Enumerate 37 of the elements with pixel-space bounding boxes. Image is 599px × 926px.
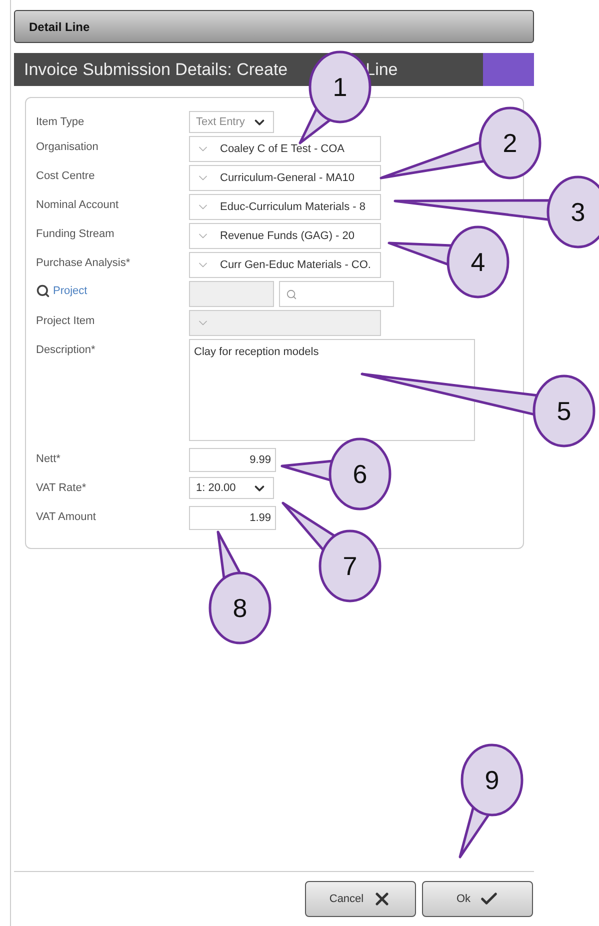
accent-block: [483, 53, 534, 86]
callout-number: 4: [470, 247, 486, 277]
search-icon: [36, 284, 50, 298]
callout-number: 6: [352, 459, 368, 489]
dropdown-field[interactable]: 1: 20.00: [189, 477, 274, 499]
field-label: Nett*: [36, 452, 62, 465]
callout-number: 7: [342, 551, 358, 581]
number-field[interactable]: 1.99: [189, 506, 276, 530]
field-label: Funding Stream: [36, 227, 116, 240]
ok-button[interactable]: Ok: [422, 881, 533, 917]
cancel-button[interactable]: Cancel: [305, 881, 416, 917]
field-label: Project Item: [36, 314, 96, 327]
callout-number: 3: [570, 197, 586, 227]
callout-number: 2: [502, 128, 518, 158]
number-field[interactable]: 9.99: [189, 448, 276, 472]
callout-number: 8: [232, 593, 248, 623]
select-field[interactable]: Revenue Funds (GAG) - 20: [189, 223, 381, 249]
callout-number: 1: [332, 72, 348, 102]
field-label: Organisation: [36, 140, 100, 153]
field-label: VAT Rate*: [36, 481, 88, 494]
title-text: Invoice Submission Details: Create: [24, 60, 288, 80]
callout-number: 5: [556, 396, 572, 426]
field-label: VAT Amount: [36, 510, 97, 523]
field-label: Purchase Analysis*: [36, 256, 132, 269]
search-icon: [286, 288, 297, 300]
callout-number: 9: [484, 765, 500, 795]
field-label: Description*: [36, 343, 96, 356]
field-label: Item Type: [36, 115, 86, 128]
select-field[interactable]: Coaley C of E Test - COA: [189, 136, 381, 162]
search-field[interactable]: [279, 281, 394, 307]
field-label: Cost Centre: [36, 169, 96, 182]
dialog-header: Detail Line: [14, 10, 534, 43]
select-field[interactable]: Curr Gen-Educ Materials - CO.: [189, 252, 381, 278]
description-field[interactable]: Clay for reception models: [189, 339, 475, 441]
select-field[interactable]: Educ-Curriculum Materials - 8: [189, 194, 381, 220]
field-label: Nominal Account: [36, 198, 120, 211]
select-field[interactable]: Curriculum-General - MA10: [189, 165, 381, 191]
